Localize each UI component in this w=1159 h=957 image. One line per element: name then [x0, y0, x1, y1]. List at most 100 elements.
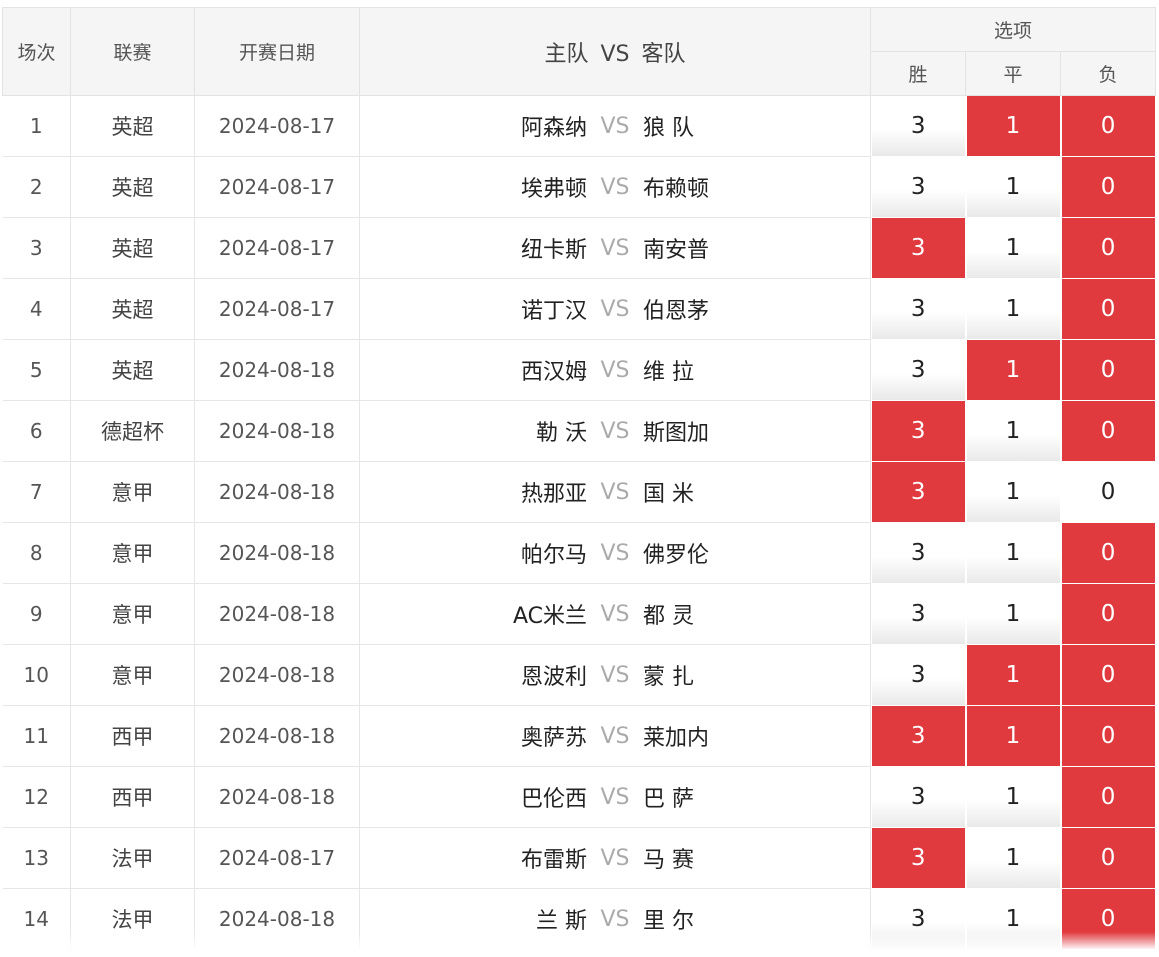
match-number: 1 [2, 95, 71, 157]
table-row: 3 英超 2024-08-17 纽卡斯 VS 南安普 3 1 0 [2, 217, 1156, 279]
option-draw-button[interactable]: 1 [966, 583, 1060, 644]
match-number: 5 [2, 339, 71, 401]
home-team: 诺丁汉 [520, 299, 587, 324]
header-options: 选项 [869, 7, 1157, 52]
option-win-button[interactable]: 3 [872, 156, 965, 217]
option-win-cell: 3 [870, 217, 966, 279]
league-name: 英超 [70, 95, 195, 157]
vs-label: VS [600, 845, 630, 871]
option-loss-cell: 0 [1060, 827, 1156, 889]
match-teams-inner: 诺丁汉 VS 伯恩茅 [360, 293, 870, 325]
option-win-button[interactable]: 3 [872, 400, 965, 461]
match-teams-inner: 布雷斯 VS 马 赛 [360, 842, 870, 874]
option-draw-button[interactable]: 1 [966, 278, 1060, 339]
match-teams-inner: 巴伦西 VS 巴 萨 [360, 781, 870, 813]
home-team: 勒 沃 [536, 421, 587, 446]
table-row: 8 意甲 2024-08-18 帕尔马 VS 佛罗伦 3 1 0 [2, 522, 1156, 584]
away-team: 里 尔 [643, 909, 694, 934]
table-row: 5 英超 2024-08-18 西汉姆 VS 维 拉 310 [2, 339, 1156, 401]
match-teams: 诺丁汉 VS 伯恩茅 [359, 278, 871, 340]
option-draw-button[interactable]: 1 [966, 827, 1060, 888]
option-draw-button[interactable]: 1 [966, 461, 1060, 522]
match-number: 2 [2, 156, 71, 218]
match-date: 2024-08-17 [194, 156, 360, 218]
option-win-cell: 3 [870, 522, 966, 584]
match-date: 2024-08-18 [194, 644, 360, 706]
option-draw-button[interactable]: 1 [966, 705, 1060, 766]
option-loss-button[interactable]: 0 [1061, 827, 1155, 888]
option-draw-button[interactable]: 1 [966, 96, 1060, 156]
option-loss-button[interactable]: 0 [1061, 156, 1155, 217]
option-loss-cell: 0 [1060, 766, 1156, 828]
header-loss: 负 [1059, 51, 1157, 96]
table-row: 13 法甲 2024-08-17 布雷斯 VS 马 赛 310 [2, 827, 1156, 889]
table-row: 2 英超 2024-08-17 埃弗顿 VS 布赖顿 3 1 0 [2, 156, 1156, 218]
option-loss-button[interactable]: 0 [1061, 705, 1155, 766]
option-win-cell: 3 [870, 95, 966, 157]
option-loss-cell: 0 [1060, 95, 1156, 157]
option-win-cell: 3 [870, 461, 966, 523]
away-team: 巴 萨 [643, 787, 694, 812]
option-win-button[interactable]: 3 [872, 96, 965, 156]
match-teams: 巴伦西 VS 巴 萨 [359, 766, 871, 828]
match-teams: 帕尔马 VS 佛罗伦 [359, 522, 871, 584]
option-win-button[interactable]: 3 [872, 827, 965, 888]
option-draw-cell: 1 [965, 461, 1061, 523]
option-draw-button[interactable]: 1 [966, 339, 1060, 400]
option-loss-button[interactable]: 0 [1061, 96, 1155, 156]
match-date: 2024-08-18 [194, 339, 360, 401]
match-number: 8 [2, 522, 71, 584]
match-teams-inner: 恩波利 VS 蒙 扎 [360, 659, 870, 691]
league-name: 法甲 [70, 827, 195, 889]
vs-label: VS [600, 418, 630, 444]
option-draw-button[interactable]: 1 [966, 522, 1060, 583]
option-loss-cell: 0 [1060, 400, 1156, 462]
away-team: 狼 队 [643, 116, 694, 141]
match-teams-inner: 阿森纳 VS 狼 队 [360, 110, 870, 142]
option-loss-cell: 0 [1060, 156, 1156, 218]
table-row: 10 意甲 2024-08-18 恩波利 VS 蒙 扎310 [2, 644, 1156, 706]
option-draw-cell: 1 [965, 644, 1061, 706]
vs-label: VS [600, 479, 630, 505]
match-number: 4 [2, 278, 71, 340]
option-win-button[interactable]: 3 [872, 644, 965, 705]
away-team: 莱加内 [643, 726, 710, 751]
match-table: 场次 联赛 开赛日期 主队 VS 客队 选项 胜 平 负 1 英超 2024-08-17… [2, 7, 1157, 950]
option-draw-button[interactable]: 1 [966, 400, 1060, 461]
option-win-button[interactable]: 3 [872, 583, 965, 644]
option-win-button[interactable]: 3 [872, 522, 965, 583]
home-team: 恩波利 [520, 665, 587, 690]
option-draw-button[interactable]: 1 [966, 156, 1060, 217]
option-loss-button[interactable]: 0 [1061, 461, 1155, 522]
option-draw-cell: 1 [965, 522, 1061, 584]
option-win-button[interactable]: 3 [872, 766, 965, 827]
option-loss-cell: 0 [1060, 278, 1156, 340]
option-loss-button[interactable]: 0 [1061, 217, 1155, 278]
header-vs: VS [600, 41, 630, 67]
option-loss-cell: 0 [1060, 339, 1156, 401]
option-win-cell: 3 [870, 339, 966, 401]
option-draw-button[interactable]: 1 [966, 766, 1060, 827]
option-win-button[interactable]: 3 [872, 461, 965, 522]
league-name: 英超 [70, 156, 195, 218]
vs-label: VS [600, 174, 630, 200]
option-draw-button[interactable]: 1 [966, 217, 1060, 278]
header-num: 场次 [2, 7, 71, 96]
option-draw-cell: 1 [965, 95, 1061, 157]
option-win-button[interactable]: 3 [872, 705, 965, 766]
match-number: 12 [2, 766, 71, 828]
option-win-button[interactable]: 3 [872, 339, 965, 400]
option-draw-cell: 1 [965, 705, 1061, 767]
option-loss-button[interactable]: 0 [1061, 583, 1155, 644]
option-loss-button[interactable]: 0 [1061, 400, 1155, 461]
option-loss-button[interactable]: 0 [1061, 766, 1155, 827]
league-name: 英超 [70, 217, 195, 279]
option-win-button[interactable]: 3 [872, 278, 965, 339]
option-loss-button[interactable]: 0 [1061, 644, 1155, 705]
home-team: 埃弗顿 [520, 177, 587, 202]
option-loss-button[interactable]: 0 [1061, 278, 1155, 339]
option-draw-button[interactable]: 1 [966, 644, 1060, 705]
option-loss-button[interactable]: 0 [1061, 339, 1155, 400]
option-win-button[interactable]: 3 [872, 217, 965, 278]
option-loss-button[interactable]: 0 [1061, 522, 1155, 583]
